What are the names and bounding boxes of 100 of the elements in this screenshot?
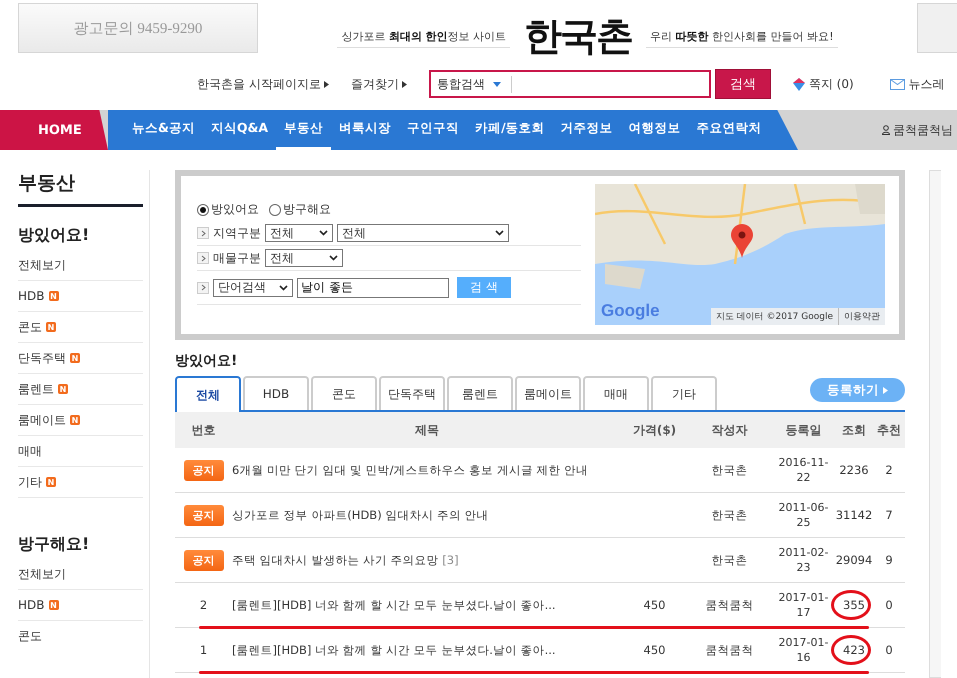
table-cell-text: 한국촌 (710, 462, 748, 478)
table-cell: 31142 (835, 508, 873, 522)
sidebar-item[interactable]: 전체보기 (18, 566, 66, 582)
dropdown[interactable]: 단어검색 (213, 278, 293, 296)
nav-item[interactable]: 거주정보 (552, 110, 621, 150)
category-tab[interactable]: 매매 (583, 376, 649, 410)
tagline: 싱가포르 최대의 한인정보 사이트 (337, 26, 510, 48)
table-row[interactable]: 1 [룸렌트][HDB] 너와 함께 할 시간 모두 눈부셨다.날이 좋아... 450 쿰척쿰척 2017-01- 16 423 0 (175, 628, 905, 673)
mail-icon (890, 78, 905, 90)
category-tab[interactable]: HDB (243, 376, 309, 410)
column-header: 제목 (414, 422, 440, 438)
post-title[interactable]: 6개월 미만 단기 임대 및 민박/게스트하우스 홍보 게시글 제한 안내 (232, 462, 588, 476)
sidebar-item[interactable]: 단독주택 (18, 350, 66, 366)
caret-icon (329, 255, 338, 261)
map-logo: Google (601, 301, 660, 321)
new-badge: N (70, 353, 80, 363)
note-icon (792, 78, 805, 90)
sidebar-item[interactable]: 콘도 (18, 318, 42, 336)
dropdown[interactable]: 전체 (265, 224, 333, 242)
sidebar-heading: 방구해요! (18, 534, 90, 555)
tagline: 우리 따뜻한 한인사회를 만들어 봐요! (646, 26, 838, 48)
table-row[interactable]: 2 [룸렌트][HDB] 너와 함께 할 시간 모두 눈부셨다.날이 좋아... 450 쿰척쿰척 2017-01- 17 355 0 (175, 583, 905, 628)
caret-icon (492, 82, 501, 86)
sidebar-heading: 방있어요! (18, 225, 90, 246)
column-header: 작성자 (710, 422, 748, 438)
table-cell-text: 450 (642, 643, 666, 657)
new-badge: N (48, 600, 58, 610)
table-cell-text: 2 (884, 463, 894, 477)
arrow-icon (402, 80, 407, 88)
table-cell-text: 한국촌 (710, 552, 748, 568)
table-cell-text: 2017-01- 17 (778, 590, 830, 620)
new-badge: N (58, 384, 68, 394)
nav-item[interactable]: 여행정보 (620, 110, 689, 150)
search-field[interactable]: 통합검색 (428, 70, 711, 98)
table-cell-text: 9 (884, 553, 894, 567)
sidebar-item[interactable]: 룸렌트 (18, 380, 54, 398)
sidebar-item[interactable]: HDB (18, 598, 44, 612)
new-badge: N (46, 322, 56, 332)
nav-item[interactable]: 지식Q&A (202, 110, 276, 150)
nav-item[interactable]: 뉴스&공지 (124, 110, 203, 150)
map[interactable]: Google 지도 데이터 ©2017 Google 이용약관 (595, 184, 885, 325)
notice-badge: 공지 (184, 504, 224, 526)
site-logo[interactable]: 한국촌 (518, 11, 638, 62)
keyword-input[interactable]: 날이 좋든 (297, 278, 449, 298)
category-tab[interactable]: 콘도 (311, 376, 377, 410)
post-title[interactable]: [룸렌트][HDB] 너와 함께 할 시간 모두 눈부셨다.날이 좋아... (232, 598, 556, 612)
terms-link[interactable]: 이용약관 (839, 308, 885, 325)
table-cell-text: 355 (842, 598, 866, 612)
category-tab[interactable]: 전체 (175, 376, 241, 412)
map-pin-icon (731, 224, 753, 258)
table-cell-text: 2017-01- 16 (778, 635, 830, 665)
post-title[interactable]: 싱가포르 정부 아파트(HDB) 임대차시 주의 안내 (232, 508, 489, 522)
field-label: 지역구분 (213, 224, 261, 242)
nav-item[interactable]: 주요연락처 (688, 110, 770, 150)
sidebar-item[interactable]: HDB (18, 289, 44, 303)
column-header: 가격($) (632, 422, 678, 438)
category-tab[interactable]: 룸메이트 (515, 376, 581, 410)
chevron-icon (197, 282, 209, 294)
radio-button[interactable] (269, 204, 281, 216)
arrow-icon (883, 386, 888, 394)
post-title[interactable]: 주택 임대차시 발생하는 사기 주의요망 (232, 552, 439, 566)
table-cell-text: 쿰척쿰척 (704, 598, 754, 612)
table-cell-text: 2016-11- 22 (778, 455, 830, 485)
memo-link[interactable]: 쪽지 (0) (808, 76, 854, 92)
comment-count: [3] (442, 552, 459, 566)
sidebar-item[interactable]: 룸메이트 (18, 412, 66, 428)
sidebar-item[interactable]: 콘도 (18, 628, 42, 645)
map-attribution: 지도 데이터 ©2017 Google (710, 308, 839, 325)
search-button[interactable]: 검색 (714, 69, 771, 99)
nav-item[interactable]: 부동산 (276, 110, 332, 150)
radio-label: 방있어요 (211, 201, 259, 218)
dropdown[interactable]: 전체 (337, 224, 509, 242)
radio-button[interactable] (197, 204, 209, 216)
new-badge: N (48, 291, 58, 301)
chevron-icon (197, 252, 209, 264)
user-name[interactable]: 쿰척쿰척님 (893, 122, 953, 138)
table-cell-text: 쿰척쿰척 (704, 642, 754, 658)
nav-item[interactable]: 카페/동호회 (467, 110, 553, 150)
home-tab[interactable]: HOME (0, 110, 108, 150)
sidebar-item[interactable]: 기타 (18, 474, 42, 490)
category-tab[interactable]: 룸렌트 (447, 376, 513, 410)
post-title[interactable]: [룸렌트][HDB] 너와 함께 할 시간 모두 눈부셨다.날이 좋아... (232, 642, 556, 656)
sidebar-item[interactable]: 전체보기 (18, 256, 66, 274)
dropdown[interactable]: 전체 (265, 249, 343, 267)
radio-label: 방구해요 (283, 201, 331, 218)
annotation-circle (831, 590, 871, 620)
header-link[interactable]: 한국촌을 시작페이지로 (197, 76, 329, 92)
table-cell-text: 0 (884, 598, 894, 612)
newsletter-link[interactable]: 뉴스레 (908, 76, 945, 92)
category-tab[interactable]: 기타 (651, 376, 717, 410)
nav-item[interactable]: 구인구직 (399, 110, 468, 150)
sidebar-item[interactable]: 매매 (18, 442, 42, 460)
category-tab[interactable]: 단독주택 (379, 376, 445, 410)
table-cell-text: 0 (884, 643, 894, 657)
column-header: 등록일 (784, 422, 822, 438)
field-label: 매물구분 (213, 250, 261, 266)
caret-icon (495, 230, 504, 236)
nav-item[interactable]: 벼룩시장 (331, 110, 400, 150)
header-link[interactable]: 즐겨찾기 (350, 76, 407, 92)
table-cell-text: 1 (198, 643, 208, 657)
